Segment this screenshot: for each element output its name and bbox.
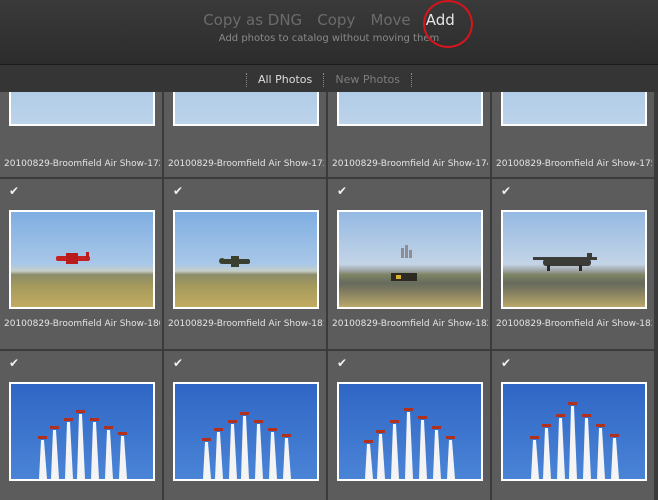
mode-copy-as-dng[interactable]: Copy as DNG <box>203 11 302 29</box>
photo-thumbnail[interactable] <box>501 382 647 481</box>
airfield-scene-icon <box>391 245 417 281</box>
photo-thumbnail[interactable] <box>337 382 483 481</box>
photo-filename: 20100829-Broomfield Air Show-173... <box>168 159 324 169</box>
photo-thumbnail[interactable] <box>501 92 647 126</box>
photo-thumbnail[interactable] <box>9 382 155 481</box>
checkbox-checked-icon[interactable]: ✔ <box>501 185 513 197</box>
photo-cell[interactable]: ✔ 20100829-Broomfield Air Show-183... <box>492 179 655 350</box>
photo-cell[interactable]: 20100829-Broomfield Air Show-175... <box>492 92 655 178</box>
red-airplane-icon <box>56 252 90 264</box>
photo-thumbnail[interactable] <box>9 92 155 126</box>
divider <box>245 72 247 87</box>
aerobatic-formation-icon <box>364 408 455 479</box>
photo-cell[interactable]: ✔ <box>0 351 163 500</box>
filter-list: All Photos New Photos <box>0 65 658 93</box>
mode-add[interactable]: Add <box>426 11 455 29</box>
photo-cell[interactable]: ✔ 20100829-Broomfield Air Show-180... <box>0 179 163 350</box>
photo-cell[interactable]: ✔ <box>492 351 655 500</box>
photo-thumbnail[interactable] <box>173 210 319 309</box>
checkbox-checked-icon[interactable]: ✔ <box>173 185 185 197</box>
photo-cell[interactable]: 20100829-Broomfield Air Show-174... <box>328 92 491 178</box>
photo-filename: 20100829-Broomfield Air Show-183... <box>496 319 652 329</box>
checkbox-checked-icon[interactable]: ✔ <box>9 357 21 369</box>
photo-cell[interactable]: ✔ <box>328 351 491 500</box>
import-mode-bar: Copy as DNG Copy Move Add Add photos to … <box>0 0 658 65</box>
photo-thumbnail[interactable] <box>173 382 319 481</box>
photo-filename: 20100829-Broomfield Air Show-174... <box>332 159 488 169</box>
divider <box>323 72 325 87</box>
filter-bar: All Photos New Photos <box>0 65 658 93</box>
checkbox-checked-icon[interactable]: ✔ <box>337 357 349 369</box>
photo-cell[interactable]: ✔ <box>164 351 327 500</box>
filter-all-photos[interactable]: All Photos <box>258 66 312 93</box>
aerobatic-formation-icon <box>202 412 291 479</box>
photo-cell[interactable]: 20100829-Broomfield Air Show-173... <box>164 92 327 178</box>
divider <box>411 72 413 87</box>
checkbox-checked-icon[interactable]: ✔ <box>337 185 349 197</box>
photo-thumbnail[interactable] <box>337 92 483 126</box>
photo-thumbnail[interactable] <box>9 210 155 309</box>
checkbox-checked-icon[interactable]: ✔ <box>501 357 513 369</box>
photo-grid[interactable]: 20100829-Broomfield Air Show-172... 2010… <box>0 92 658 500</box>
mode-copy[interactable]: Copy <box>317 11 355 29</box>
photo-filename: 20100829-Broomfield Air Show-175... <box>496 159 652 169</box>
photo-filename: 20100829-Broomfield Air Show-182... <box>332 319 488 329</box>
photo-cell[interactable]: ✔ 20100829-Broomfield Air Show-182... <box>328 179 491 350</box>
filter-new-photos[interactable]: New Photos <box>335 66 400 93</box>
checkbox-checked-icon[interactable]: ✔ <box>9 185 21 197</box>
photo-thumbnail[interactable] <box>337 210 483 309</box>
mode-description: Add photos to catalog without moving the… <box>218 33 440 44</box>
photo-cell[interactable]: ✔ 20100829-Broomfield Air Show-181... <box>164 179 327 350</box>
airplane-icon <box>219 256 250 267</box>
photo-filename: 20100829-Broomfield Air Show-172... <box>4 159 160 169</box>
aerobatic-formation-icon <box>38 410 127 479</box>
photo-filename: 20100829-Broomfield Air Show-180... <box>4 319 160 329</box>
mode-move[interactable]: Move <box>370 11 410 29</box>
photo-cell[interactable]: 20100829-Broomfield Air Show-172... <box>0 92 163 178</box>
checkbox-checked-icon[interactable]: ✔ <box>173 357 185 369</box>
photo-filename: 20100829-Broomfield Air Show-181... <box>168 319 324 329</box>
bomber-airplane-icon <box>533 253 597 271</box>
photo-thumbnail[interactable] <box>501 210 647 309</box>
aerobatic-formation-icon <box>530 402 619 479</box>
photo-thumbnail[interactable] <box>173 92 319 126</box>
import-mode-list: Copy as DNG Copy Move Add <box>0 10 658 29</box>
